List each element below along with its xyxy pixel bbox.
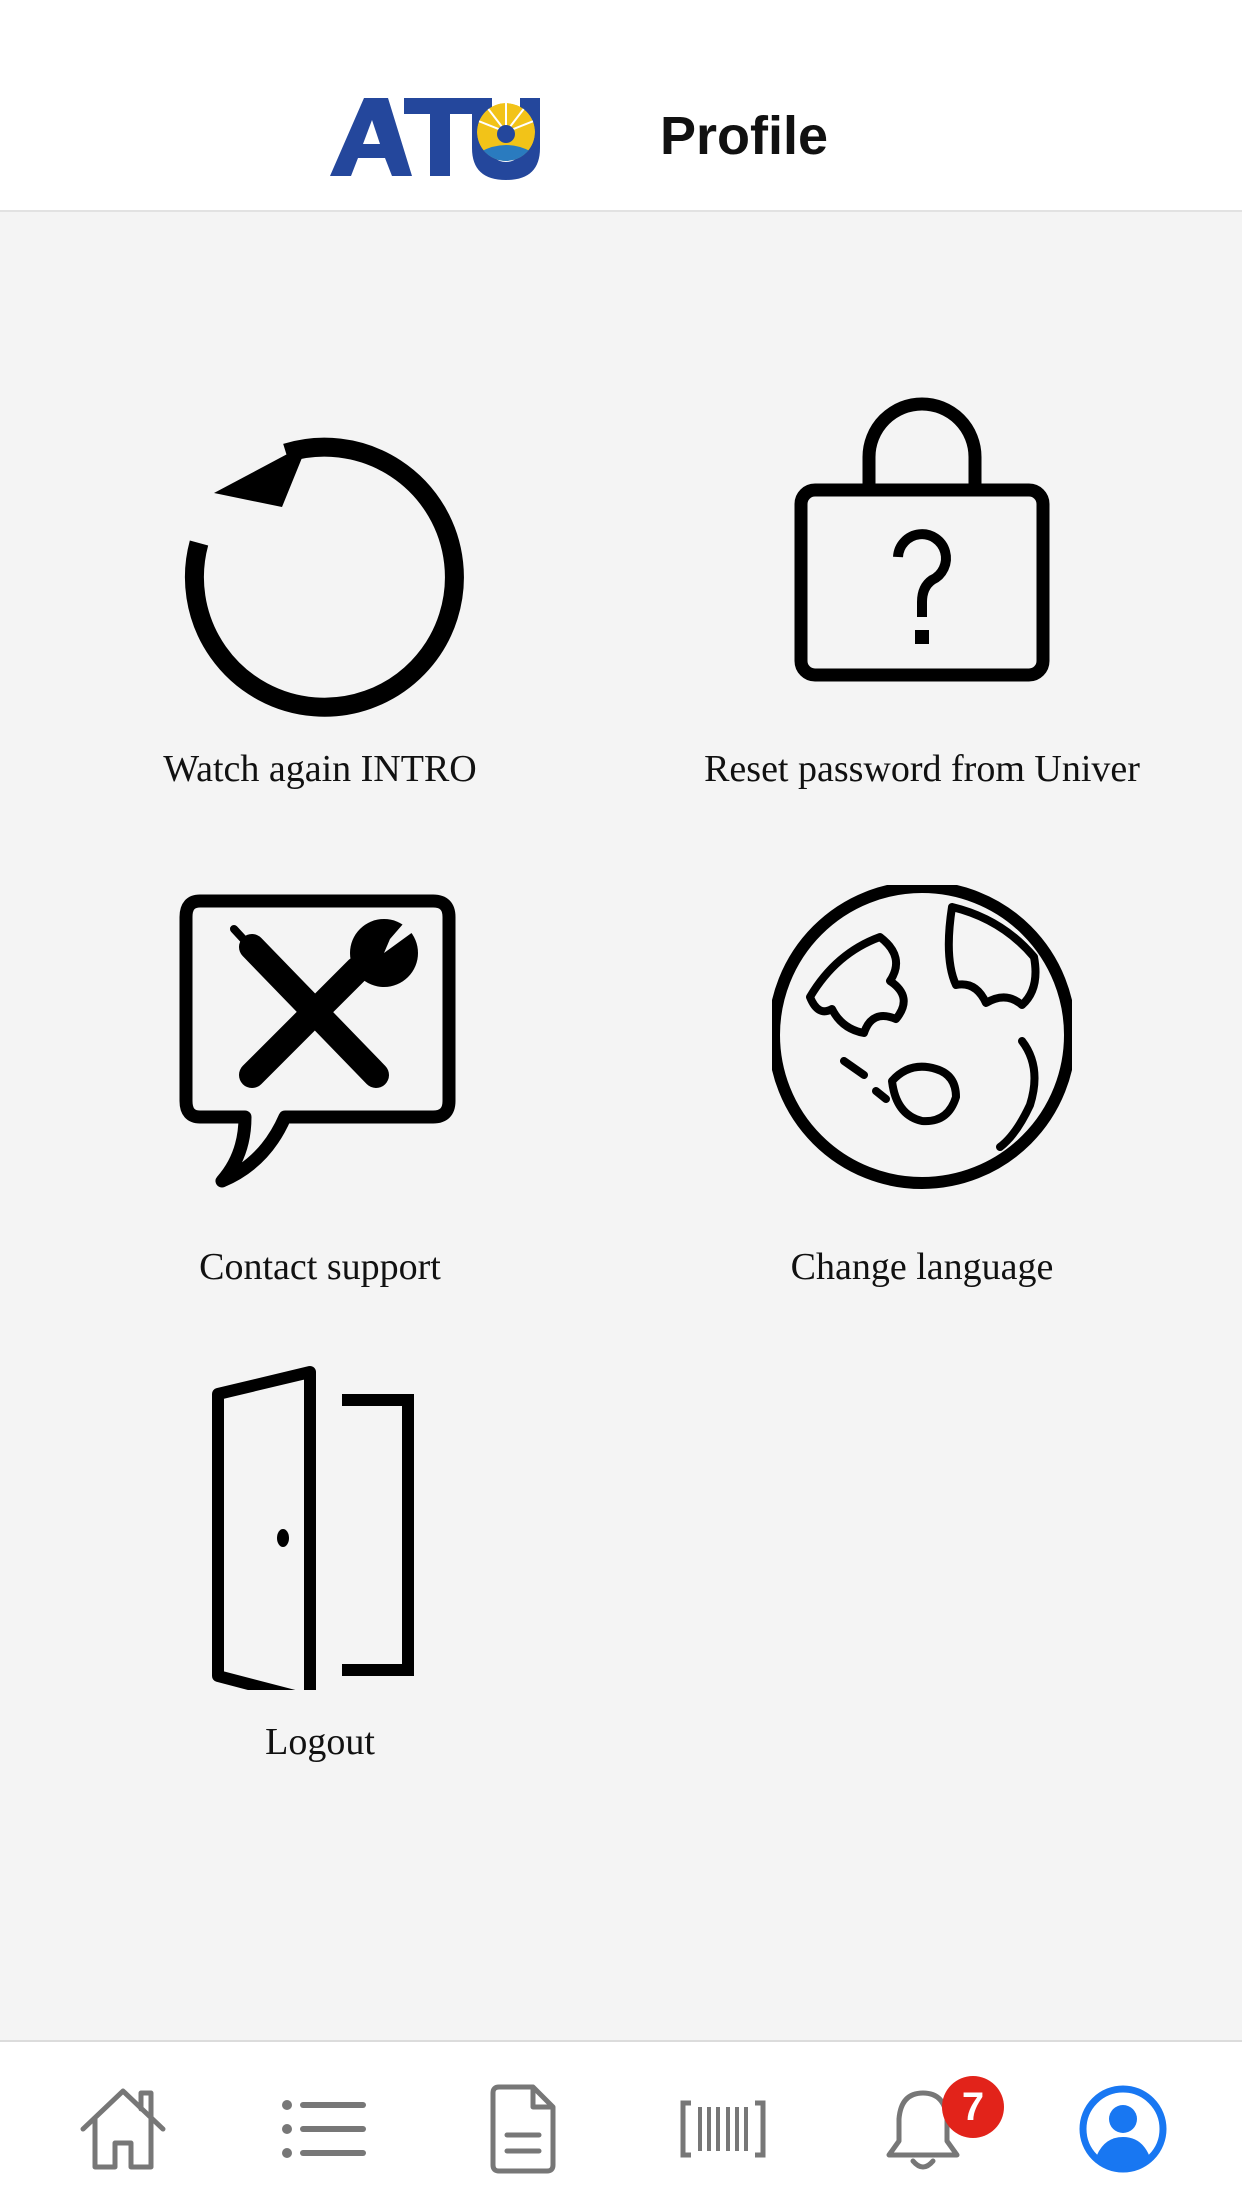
barcode-icon [680, 2100, 766, 2158]
document-icon [490, 2084, 556, 2174]
reset-password-button[interactable]: Reset password from Univer [622, 387, 1222, 827]
profile-icon [1079, 2085, 1167, 2173]
logout-button[interactable]: Logout [20, 1360, 620, 1800]
globe-icon [772, 885, 1072, 1189]
profile-menu: Watch again INTRO Reset password from Un… [0, 212, 1242, 2040]
tab-home[interactable] [20, 2042, 227, 2210]
list-icon [282, 2100, 366, 2158]
reset-password-label: Reset password from Univer [704, 748, 1140, 790]
tab-list[interactable] [220, 2042, 427, 2210]
page-title: Profile [660, 106, 829, 166]
tab-notifications[interactable]: 7 [820, 2042, 1027, 2210]
notification-badge: 7 [942, 2076, 1004, 2138]
tab-profile[interactable] [1020, 2042, 1227, 2210]
contact-support-label: Contact support [199, 1246, 441, 1288]
support-tools-icon [179, 894, 456, 1188]
watch-intro-button[interactable]: Watch again INTRO [20, 387, 620, 827]
tab-documents[interactable] [420, 2042, 627, 2210]
change-language-label: Change language [790, 1246, 1054, 1288]
logout-label: Logout [265, 1721, 375, 1763]
home-icon [80, 2088, 166, 2170]
door-icon [212, 1366, 414, 1690]
bottom-tab-bar: 7 [0, 2040, 1242, 2210]
replay-icon [184, 437, 464, 717]
lock-question-icon [794, 397, 1050, 682]
contact-support-button[interactable]: Contact support [20, 885, 620, 1325]
change-language-button[interactable]: Change language [622, 885, 1222, 1325]
atu-logo [330, 98, 540, 180]
watch-intro-label: Watch again INTRO [163, 748, 477, 790]
header-bar: Profile [0, 0, 1242, 212]
tab-barcode[interactable] [620, 2042, 827, 2210]
